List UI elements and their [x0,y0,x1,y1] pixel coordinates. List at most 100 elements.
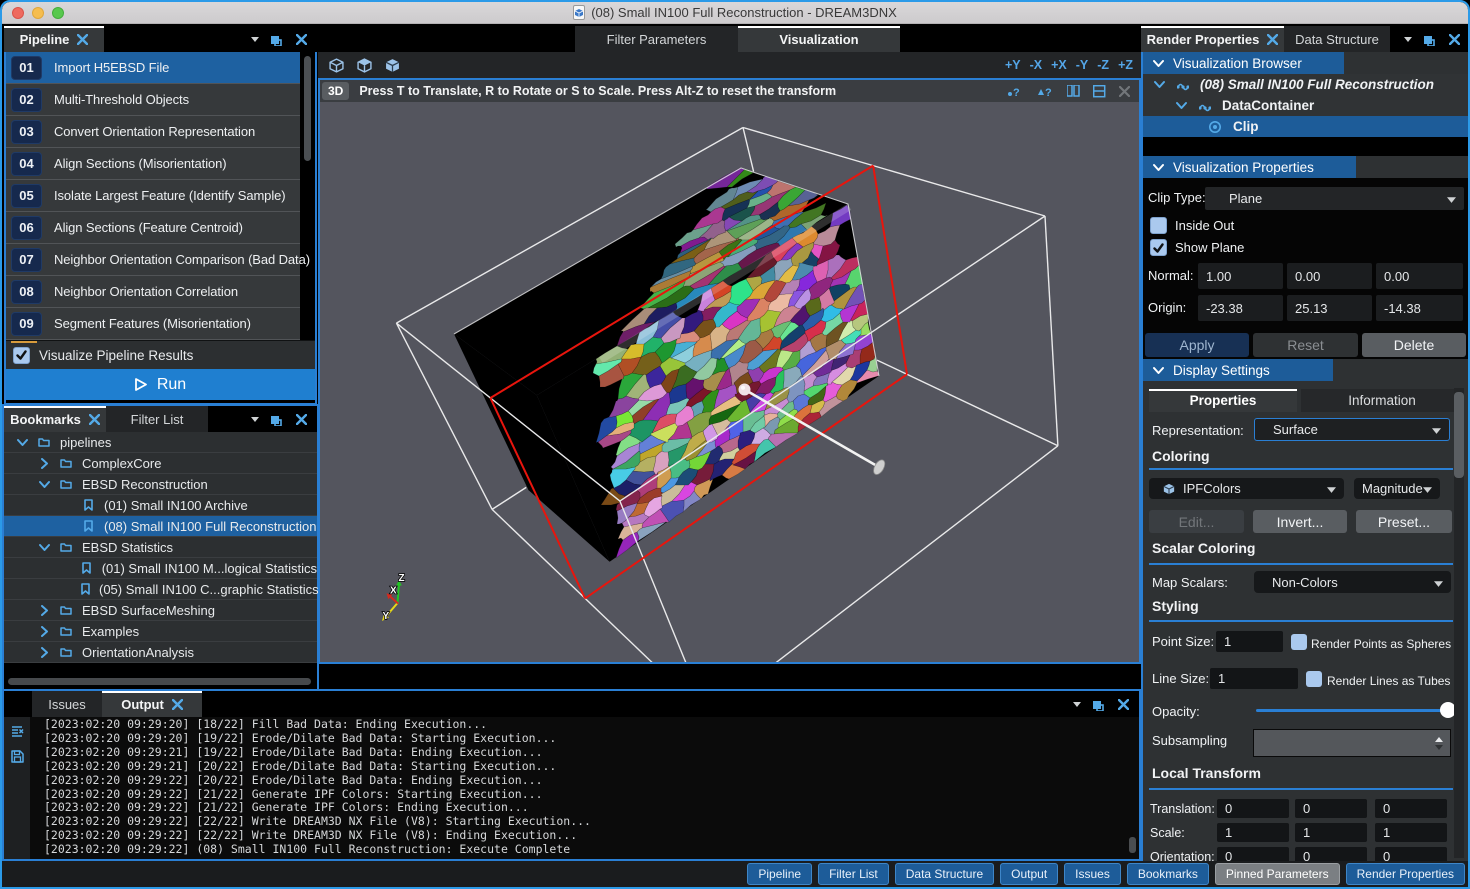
viewport-3d-scene[interactable]: Z X Y [320,102,1139,662]
camera-full-cube-icon[interactable] [382,55,402,75]
bookmarks-hscrollbar[interactable] [8,678,311,685]
point-size-field[interactable]: 1 [1216,631,1283,652]
pipeline-step-row[interactable]: 02 Multi-Threshold Objects [6,84,300,116]
tab-display-information[interactable]: Information [1301,389,1463,412]
section-collapse-icon[interactable] [1153,163,1164,172]
viz-browser-datacontainer-row[interactable]: DataContainer [1143,95,1468,116]
scale-z-field[interactable]: 1 [1375,823,1447,842]
show-plane-checkbox[interactable] [1150,239,1167,256]
tab-render-properties[interactable]: Render Properties [1141,26,1284,52]
pipeline-step-row[interactable]: 05 Isolate Largest Feature (Identify Sam… [6,180,300,212]
titlebar[interactable]: (08) Small IN100 Full Reconstruction - D… [2,2,1468,24]
bookmark-tree-row[interactable]: ComplexCore [4,453,317,474]
view-mode-badge[interactable]: 3D [322,82,349,100]
split-vertical-icon[interactable] [1067,85,1080,97]
normal-y-field[interactable]: 0.00 [1287,263,1372,289]
camera-orthographic-cube-icon[interactable] [326,55,346,75]
view-minus-z-button[interactable]: -Z [1097,58,1109,72]
undock-panel-icon[interactable] [1424,33,1437,46]
preset-colors-button[interactable]: Preset... [1356,510,1452,533]
tree-expander-icon[interactable] [36,626,52,637]
tree-expander-icon[interactable] [1151,80,1167,89]
toggle-filter-list-button[interactable]: Filter List [818,863,889,885]
close-panel-icon[interactable] [296,34,307,45]
bookmark-tree-row[interactable]: Examples [4,621,317,642]
tab-list-caret-icon[interactable] [1404,37,1412,42]
edit-colors-button[interactable]: Edit... [1149,510,1244,533]
tab-filter-list[interactable]: Filter List [106,406,208,432]
minimize-window-button[interactable] [32,7,44,19]
pipeline-step-row[interactable]: 03 Convert Orientation Representation [6,116,300,148]
toggle-pipeline-button[interactable]: Pipeline [747,863,812,885]
close-tab-icon[interactable] [89,414,100,425]
right-panel-scrollbar-handle[interactable] [1454,392,1464,478]
invert-colors-button[interactable]: Invert... [1253,510,1347,533]
visualization-properties-header[interactable]: Visualization Properties [1143,156,1468,178]
tab-issues[interactable]: Issues [32,691,102,717]
pipeline-scrollbar[interactable] [304,56,311,161]
close-window-button[interactable] [12,7,24,19]
inside-out-checkbox[interactable] [1150,217,1167,234]
origin-x-field[interactable]: -23.38 [1198,295,1283,321]
origin-z-field[interactable]: -14.38 [1376,295,1463,321]
maximize-window-button[interactable] [52,7,64,19]
close-view-icon[interactable] [1119,86,1130,97]
origin-y-field[interactable]: 25.13 [1287,295,1372,321]
map-scalars-dropdown[interactable]: Non-Colors [1254,571,1451,593]
opacity-slider[interactable] [1256,709,1448,712]
bookmark-tree-row[interactable]: EBSD Reconstruction [4,474,317,495]
tab-list-caret-icon[interactable] [251,37,259,42]
toggle-pinned-parameters-button[interactable]: Pinned Parameters [1215,863,1340,885]
bookmark-tree-row[interactable]: (01) Small IN100 Archive [4,495,317,516]
view-minus-x-button[interactable]: -X [1030,58,1043,72]
spin-arrows-icon[interactable] [1434,736,1444,751]
color-array-dropdown[interactable]: IPFColors [1149,478,1344,499]
tab-visualization[interactable]: Visualization [738,26,900,52]
tab-data-structure[interactable]: Data Structure [1284,26,1390,52]
save-output-icon[interactable] [11,750,24,763]
render-lines-tubes-checkbox[interactable] [1306,671,1322,687]
translation-z-field[interactable]: 0 [1375,799,1447,818]
delete-button[interactable]: Delete [1362,333,1466,357]
cell-picking-help-icon[interactable] [1037,85,1054,98]
visibility-eye-icon[interactable] [1207,120,1223,134]
translation-y-field[interactable]: 0 [1295,799,1367,818]
undock-panel-icon[interactable] [1093,698,1106,711]
apply-button[interactable]: Apply [1145,333,1249,357]
tree-expander-icon[interactable] [36,647,52,658]
view-minus-y-button[interactable]: -Y [1076,58,1089,72]
normal-x-field[interactable]: 1.00 [1198,263,1283,289]
line-size-field[interactable]: 1 [1210,668,1298,689]
translation-x-field[interactable]: 0 [1217,799,1289,818]
tree-expander-icon[interactable] [14,438,30,447]
section-collapse-icon[interactable] [1153,59,1164,68]
bookmark-tree-row[interactable]: EBSD SurfaceMeshing [4,600,317,621]
close-tab-icon[interactable] [1267,34,1278,45]
close-panel-icon[interactable] [296,414,307,425]
tree-expander-icon[interactable] [36,480,52,489]
pipeline-step-row[interactable]: 09 Segment Features (Misorientation) [6,308,300,340]
tab-filter-parameters[interactable]: Filter Parameters [575,26,738,52]
view-plus-z-button[interactable]: +Z [1118,58,1133,72]
view-plus-x-button[interactable]: +X [1051,58,1067,72]
tree-expander-icon[interactable] [36,605,52,616]
close-tab-icon[interactable] [172,699,183,710]
camera-half-cube-icon[interactable] [354,55,374,75]
component-dropdown[interactable]: Magnitude [1354,478,1440,499]
scale-x-field[interactable]: 1 [1217,823,1289,842]
toggle-data-structure-button[interactable]: Data Structure [895,863,994,885]
run-pipeline-button[interactable]: Run [6,369,315,400]
tab-list-caret-icon[interactable] [1073,702,1081,707]
point-picking-help-icon[interactable] [1007,85,1024,98]
tab-output[interactable]: Output [102,691,202,717]
viz-browser-clip-row[interactable]: Clip [1143,116,1468,137]
bookmark-tree-row[interactable]: pipelines [4,432,317,453]
pipeline-step-row[interactable]: 08 Neighbor Orientation Correlation [6,276,300,308]
close-panel-icon[interactable] [1449,34,1460,45]
undock-panel-icon[interactable] [271,33,284,46]
tree-expander-icon[interactable] [36,543,52,552]
tree-expander-icon[interactable] [1173,101,1189,110]
section-collapse-icon[interactable] [1153,366,1164,375]
viz-browser-pipeline-row[interactable]: (08) Small IN100 Full Reconstruction [1143,74,1468,95]
clip-type-dropdown[interactable]: Plane [1205,187,1464,210]
